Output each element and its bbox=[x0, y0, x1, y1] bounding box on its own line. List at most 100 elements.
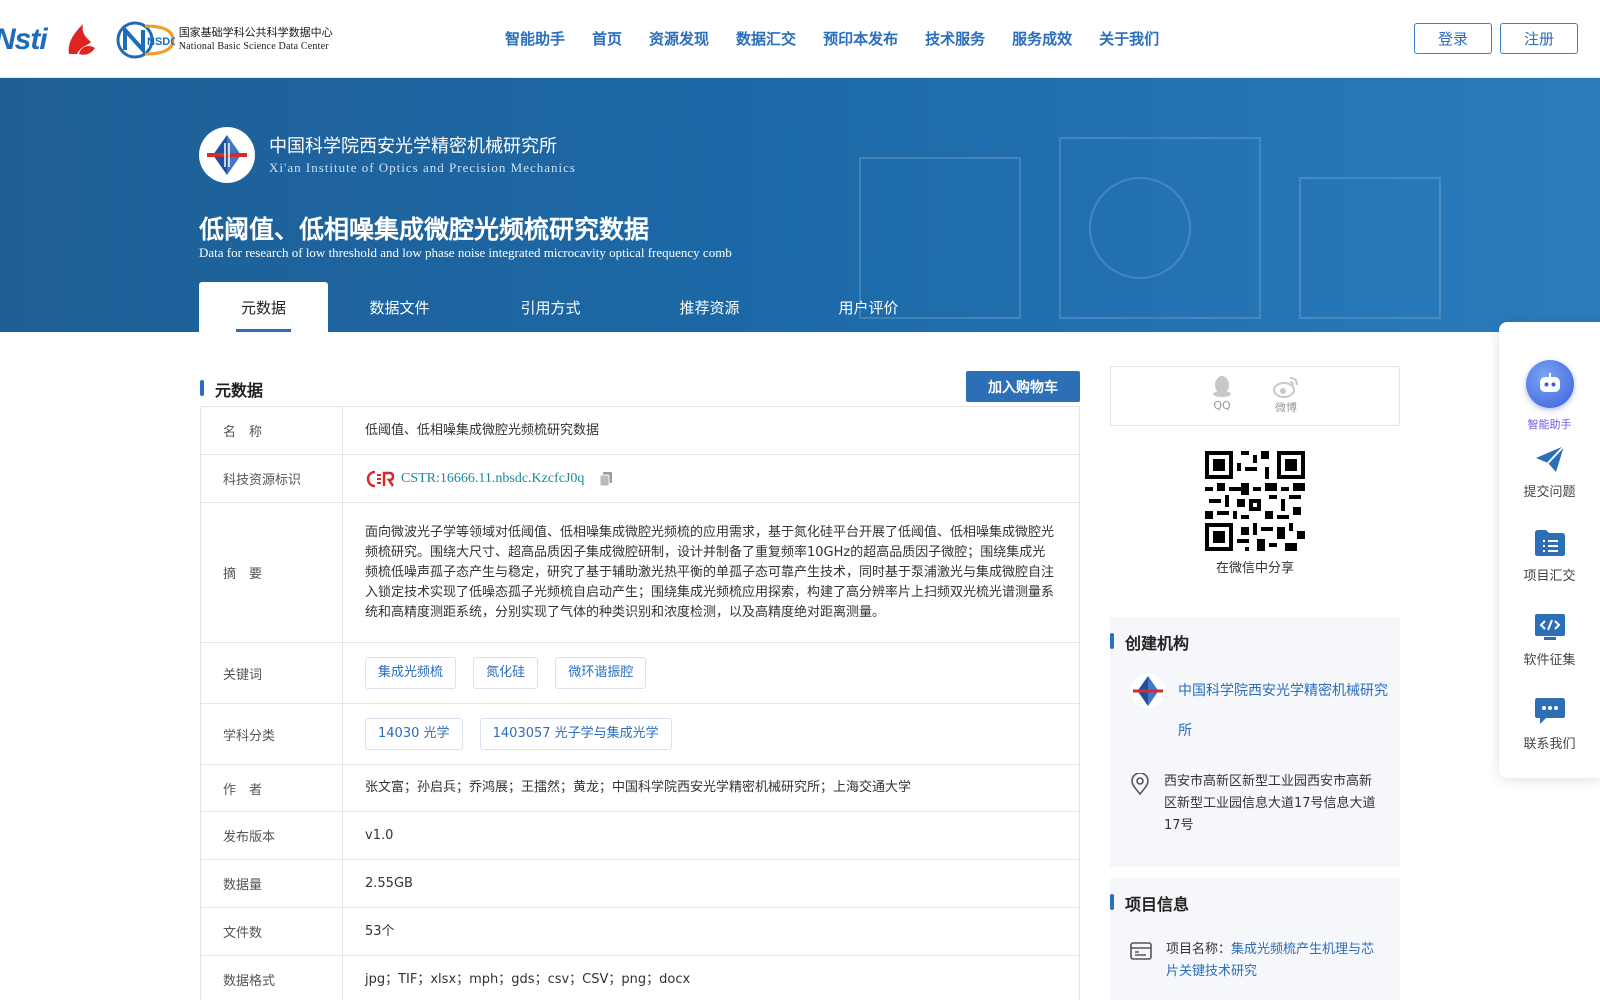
keyword-tag[interactable]: 氮化硅 bbox=[473, 657, 539, 689]
table-row: 数据格式 jpg；TIF；xlsx；mph；gds；csv；CSV；png；do… bbox=[200, 955, 1080, 1000]
nav-tech-service[interactable]: 技术服务 bbox=[925, 28, 985, 49]
dataset-title-en: Data for research of low threshold and l… bbox=[199, 245, 732, 260]
institution-name-cn[interactable]: 中国科学院西安光学精密机械研究所 bbox=[269, 132, 557, 158]
float-software-collection[interactable]: 软件征集 bbox=[1499, 613, 1600, 668]
share-qq-button[interactable]: QQ bbox=[1211, 375, 1233, 425]
project-name-label: 项目名称： bbox=[1166, 942, 1232, 957]
row-label: 摘 要 bbox=[200, 502, 343, 643]
institution-emblem-icon bbox=[207, 135, 247, 175]
add-to-cart-button[interactable]: 加入购物车 bbox=[966, 371, 1080, 402]
wechat-share-caption: 在微信中分享 bbox=[1215, 561, 1294, 576]
table-row: 关键词 集成光频梳 氮化硅 微环谐振腔 bbox=[200, 642, 1080, 704]
table-row: 作 者 张文富；孙启兵；乔鸿展；王擂然；黄龙；中国科学院西安光学精密机械研究所；… bbox=[200, 764, 1080, 812]
metadata-table: 名 称 低阈值、低相噪集成微腔光频梳研究数据 科技资源标识 CSTR:16666… bbox=[200, 406, 1080, 1000]
version-value: v1.0 bbox=[342, 811, 1080, 860]
float-contact-label: 联系我们 bbox=[1523, 737, 1576, 752]
nsdc-logo[interactable]: NSDC 国家基础学科公共科学数据中心 National Basic Scien… bbox=[115, 20, 333, 60]
share-qq-label: QQ bbox=[1213, 399, 1231, 412]
nav-resource-discovery[interactable]: 资源发现 bbox=[649, 28, 709, 49]
floating-toolbar: 智能助手 提交问题 项目汇交 软件征集 联系我们 bbox=[1499, 322, 1600, 778]
float-project-label: 项目汇交 bbox=[1523, 569, 1576, 584]
creator-address: 西安市高新区新型工业园西安市高新区新型工业园信息大道17号信息大道17号 bbox=[1130, 771, 1379, 837]
nsdc-badge-text: NSDC bbox=[147, 36, 175, 48]
login-button[interactable]: 登录 bbox=[1414, 23, 1492, 54]
institution-emblem-icon bbox=[1130, 673, 1166, 709]
float-contact-us[interactable]: 联系我们 bbox=[1499, 697, 1600, 752]
qq-icon bbox=[1213, 376, 1231, 397]
nsdc-cn-name: 国家基础学科公共科学数据中心 bbox=[178, 27, 333, 39]
creator-address-text: 西安市高新区新型工业园西安市高新区新型工业园信息大道17号信息大道17号 bbox=[1164, 774, 1376, 833]
project-card-icon bbox=[1130, 942, 1152, 960]
code-icon bbox=[1534, 613, 1566, 641]
institution-logo bbox=[199, 127, 255, 183]
register-button[interactable]: 注册 bbox=[1500, 23, 1578, 54]
location-pin-icon bbox=[1131, 773, 1149, 795]
table-row: 数据量 2.55GB bbox=[200, 859, 1080, 908]
project-info: 项目名称：集成光频梳产生机理与芯片关键技术研究 bbox=[1130, 939, 1381, 983]
table-row: 名 称 低阈值、低相噪集成微腔光频梳研究数据 bbox=[200, 406, 1080, 455]
institution-name-en: Xi'an Institute of Optics and Precision … bbox=[269, 160, 576, 175]
file-count-value: 53个 bbox=[342, 907, 1080, 956]
main-nav: 智能助手 首页 资源发现 数据汇交 预印本发布 技术服务 服务成效 关于我们 bbox=[505, 28, 1159, 49]
table-row: 学科分类 14030 光学 1403057 光子学与集成光学 bbox=[200, 703, 1080, 765]
copy-icon[interactable] bbox=[598, 471, 614, 487]
subject-tag[interactable]: 1403057 光子学与集成光学 bbox=[479, 718, 672, 750]
logo-group: Nsti NSDC 国家基础学科公共科学数据中心 National Basic … bbox=[0, 18, 333, 62]
nav-ai-assistant[interactable]: 智能助手 bbox=[505, 28, 565, 49]
data-size-value: 2.55GB bbox=[342, 859, 1080, 908]
authors-value: 张文富；孙启兵；乔鸿展；王擂然；黄龙；中国科学院西安光学精密机械研究所；上海交通… bbox=[342, 764, 1080, 812]
project-section-title: 项目信息 bbox=[1110, 891, 1189, 915]
float-ai-assistant[interactable]: 智能助手 bbox=[1499, 360, 1600, 432]
dataset-title-cn: 低阈值、低相噪集成微腔光频梳研究数据 bbox=[199, 215, 650, 244]
row-label: 名 称 bbox=[200, 406, 343, 455]
nsdc-en-name: National Basic Science Data Center bbox=[178, 41, 329, 52]
tab-data-files[interactable]: 数据文件 bbox=[328, 282, 471, 332]
share-weibo-button[interactable]: 微博 bbox=[1273, 375, 1299, 425]
float-submit-label: 提交问题 bbox=[1523, 485, 1576, 500]
row-label: 数据格式 bbox=[200, 955, 343, 1000]
cstr-logo-icon bbox=[366, 470, 395, 487]
share-weibo-label: 微博 bbox=[1275, 401, 1297, 414]
row-label: 发布版本 bbox=[200, 811, 343, 860]
nav-service-results[interactable]: 服务成效 bbox=[1012, 28, 1072, 49]
creator-org: 中国科学院西安光学精密机械研究所 bbox=[1130, 671, 1388, 751]
nav-data-submission[interactable]: 数据汇交 bbox=[736, 28, 796, 49]
tab-recommended[interactable]: 推荐资源 bbox=[630, 282, 789, 332]
tab-user-reviews[interactable]: 用户评价 bbox=[789, 282, 948, 332]
row-label: 数据量 bbox=[200, 859, 343, 908]
abstract-value: 面向微波光子学等领域对低阈值、低相噪集成微腔光频梳的应用需求，基于氮化硅平台开展… bbox=[342, 502, 1080, 643]
dataset-tabs: 元数据 数据文件 引用方式 推荐资源 用户评价 bbox=[199, 282, 948, 332]
table-row: 发布版本 v1.0 bbox=[200, 811, 1080, 860]
subject-tag[interactable]: 14030 光学 bbox=[365, 718, 463, 750]
tab-metadata[interactable]: 元数据 bbox=[199, 282, 328, 332]
metadata-section-title: 元数据 bbox=[200, 377, 263, 401]
table-row: 摘 要 面向微波光子学等领域对低阈值、低相噪集成微腔光频梳的应用需求，基于氮化硅… bbox=[200, 502, 1080, 643]
swirl-logo-icon[interactable] bbox=[61, 20, 101, 60]
chat-bubble-icon bbox=[1534, 697, 1566, 725]
share-box: QQ 微博 bbox=[1110, 366, 1400, 426]
nav-preprint[interactable]: 预印本发布 bbox=[823, 28, 898, 49]
row-label: 学科分类 bbox=[200, 703, 343, 765]
wechat-qr-code bbox=[1205, 451, 1305, 551]
data-format-value: jpg；TIF；xlsx；mph；gds；csv；CSV；png；docx bbox=[342, 955, 1080, 1000]
float-software-label: 软件征集 bbox=[1523, 653, 1576, 668]
paper-plane-icon bbox=[1534, 445, 1566, 473]
nav-home[interactable]: 首页 bbox=[592, 28, 622, 49]
keyword-tag[interactable]: 集成光频梳 bbox=[365, 657, 457, 689]
weibo-icon bbox=[1273, 377, 1298, 398]
tab-citation[interactable]: 引用方式 bbox=[471, 282, 630, 332]
table-row: 科技资源标识 CSTR:16666.11.nbsdc.KzcfcJ0q bbox=[200, 454, 1080, 503]
keyword-tag[interactable]: 微环谐振腔 bbox=[555, 657, 647, 689]
top-header: Nsti NSDC 国家基础学科公共科学数据中心 National Basic … bbox=[0, 0, 1600, 78]
row-label: 文件数 bbox=[200, 907, 343, 956]
row-label: 关键词 bbox=[200, 642, 343, 704]
nsti-logo[interactable]: Nsti bbox=[0, 23, 48, 57]
float-project-submission[interactable]: 项目汇交 bbox=[1499, 529, 1600, 584]
table-row: 文件数 53个 bbox=[200, 907, 1080, 956]
dataset-name-value: 低阈值、低相噪集成微腔光频梳研究数据 bbox=[342, 406, 1080, 455]
creator-org-link[interactable]: 中国科学院西安光学精密机械研究所 bbox=[1178, 671, 1388, 751]
folder-list-icon bbox=[1534, 529, 1566, 557]
cstr-identifier-link[interactable]: CSTR:16666.11.nbsdc.KzcfcJ0q bbox=[401, 469, 584, 489]
float-submit-question[interactable]: 提交问题 bbox=[1499, 445, 1600, 500]
nav-about[interactable]: 关于我们 bbox=[1099, 28, 1159, 49]
